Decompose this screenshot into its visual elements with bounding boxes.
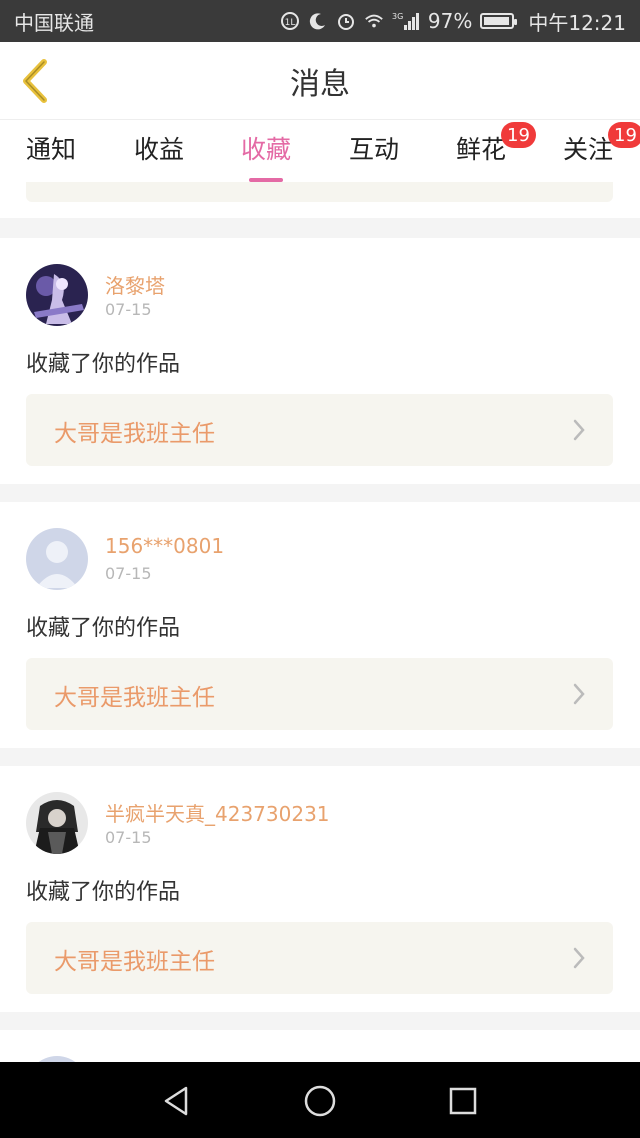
home-circle-icon[interactable]: [303, 1084, 337, 1118]
tab-label: 关注: [562, 135, 613, 164]
list-item-partial: [0, 182, 640, 218]
username[interactable]: 洛黎塔: [105, 270, 165, 299]
system-nav-bar: [0, 1062, 640, 1138]
status-icons: 1L 3G 97% 中午12:21: [280, 7, 626, 36]
tab-label: 鲜花: [455, 135, 506, 164]
list-item: 洛黎塔 07-15 收藏了你的作品 大哥是我班主任: [0, 238, 640, 484]
work-link-partial[interactable]: [26, 182, 613, 202]
battery-percent: 97%: [427, 9, 473, 33]
notification-badge: 19: [608, 122, 640, 148]
timestamp: 07-15: [105, 300, 152, 319]
message-list: 洛黎塔 07-15 收藏了你的作品 大哥是我班主任 156***0801 07-…: [0, 182, 640, 1062]
work-link[interactable]: 大哥是我班主任: [26, 658, 613, 730]
moon-icon: [308, 11, 328, 31]
tab-label: 收益: [133, 135, 184, 164]
carrier-label: 中国联通: [14, 10, 94, 35]
svg-text:1L: 1L: [285, 18, 296, 28]
alarm-icon: [336, 11, 356, 31]
tab-favorites[interactable]: 收藏: [224, 130, 308, 182]
cellular-signal-icon: 3G: [392, 11, 420, 31]
action-text: 收藏了你的作品: [26, 880, 181, 905]
action-text: 收藏了你的作品: [26, 616, 181, 641]
network-type-label: 3G: [392, 12, 403, 21]
tab-earnings[interactable]: 收益: [117, 130, 201, 166]
tab-following[interactable]: 关注 19: [546, 122, 640, 166]
chevron-left-icon: [23, 59, 47, 103]
tab-flowers[interactable]: 鲜花 19: [439, 122, 536, 166]
wifi-icon: [364, 11, 384, 31]
back-button[interactable]: [16, 56, 56, 106]
timestamp: 07-15: [105, 564, 152, 583]
list-item: 半疯半天真_423730231 07-15 收藏了你的作品 大哥是我班主任: [0, 766, 640, 1012]
tab-interactions[interactable]: 互动: [332, 130, 416, 166]
back-triangle-icon[interactable]: [160, 1084, 194, 1118]
tab-bar: 通知 收益 收藏 互动 鲜花 19 关注 19: [0, 120, 640, 182]
page-title: 消息: [290, 66, 350, 102]
timestamp: 07-15: [105, 828, 152, 847]
tab-label: 互动: [348, 135, 399, 164]
clock: 中午12:21: [528, 10, 626, 35]
username[interactable]: 156***0801: [105, 534, 224, 558]
work-link[interactable]: 大哥是我班主任: [26, 394, 613, 466]
list-item-partial: [0, 1030, 640, 1062]
tab-label: 收藏: [240, 135, 291, 164]
recents-square-icon[interactable]: [446, 1084, 480, 1118]
chevron-right-icon: [573, 419, 585, 441]
avatar[interactable]: [26, 792, 88, 854]
work-title: 大哥是我班主任: [54, 949, 215, 975]
work-title: 大哥是我班主任: [54, 685, 215, 711]
avatar[interactable]: [26, 528, 88, 590]
header-bar: 消息: [0, 42, 640, 120]
status-bar: 中国联通 1L 3G 97% 中午12:21: [0, 0, 640, 42]
list-item: 156***0801 07-15 收藏了你的作品 大哥是我班主任: [0, 502, 640, 748]
tab-label: 通知: [25, 135, 76, 164]
avatar[interactable]: [26, 264, 88, 326]
data-saver-icon: 1L: [280, 11, 300, 31]
chevron-right-icon: [573, 947, 585, 969]
chevron-right-icon: [573, 683, 585, 705]
battery-icon: [480, 13, 518, 29]
work-title: 大哥是我班主任: [54, 421, 215, 447]
notification-badge: 19: [501, 122, 536, 148]
work-link[interactable]: 大哥是我班主任: [26, 922, 613, 994]
username[interactable]: 半疯半天真_423730231: [105, 798, 330, 827]
action-text: 收藏了你的作品: [26, 352, 181, 377]
tab-notifications[interactable]: 通知: [9, 130, 93, 166]
